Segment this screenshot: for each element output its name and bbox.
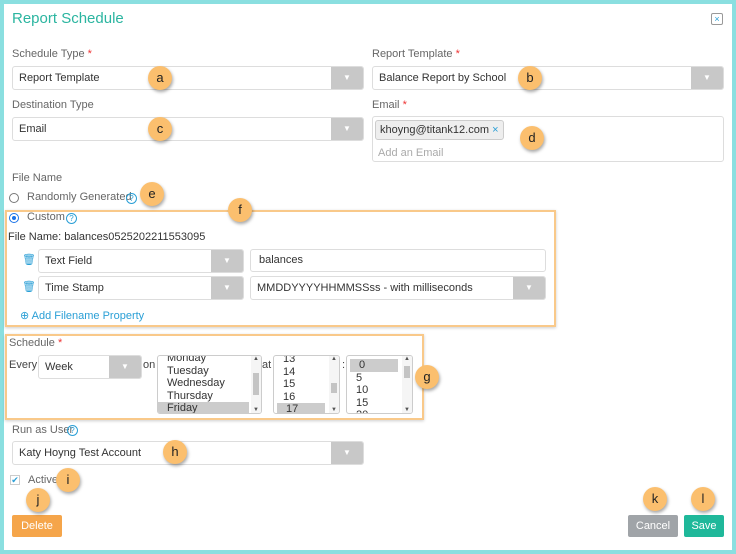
remove-chip-icon[interactable]: × (492, 124, 498, 136)
callout-badge: b (518, 66, 542, 90)
cancel-button[interactable]: Cancel (628, 515, 678, 537)
callout-badge: a (148, 66, 172, 90)
callout-badge: g (415, 365, 439, 389)
delete-button[interactable]: Delete (12, 515, 62, 537)
report-template-select[interactable]: Balance Report by School ▼ (372, 66, 724, 90)
timestamp-format-select[interactable]: MMDDYYYYHHMMSSss - with milliseconds ▼ (250, 276, 546, 300)
scrollbar[interactable]: ▲ ▼ (251, 356, 261, 413)
scrollbar[interactable]: ▲ ▼ (329, 356, 339, 413)
callout-badge: c (148, 117, 172, 141)
minute-listbox[interactable]: 0 5 10 15 20 ▲▼ (346, 355, 413, 414)
scrollbar[interactable]: ▲ ▼ (402, 356, 412, 413)
run-as-user-select[interactable]: Katy Hoyng Test Account ▼ (12, 441, 364, 465)
chevron-down-icon: ▼ (513, 277, 545, 299)
hour-listbox[interactable]: 13 14 15 16 17 ▲ ▼ (273, 355, 340, 414)
chevron-down-icon: ▼ (691, 67, 723, 89)
chevron-down-icon: ▼ (211, 250, 243, 272)
email-label: Email * (372, 99, 407, 111)
custom-label: Custom (27, 211, 65, 223)
random-radio[interactable] (9, 193, 19, 203)
list-option-selected[interactable]: 17 (277, 403, 325, 413)
file-name-preview: File Name: balances0525202211553095 (8, 231, 206, 243)
at-label: at (262, 359, 272, 371)
list-option-selected[interactable]: 0 (350, 359, 398, 372)
list-option[interactable]: Tuesday (158, 365, 261, 378)
random-label: Randomly Generated (27, 191, 132, 203)
plus-circle-icon: ⊕ (20, 310, 30, 322)
trash-icon[interactable]: 🗑 (22, 280, 36, 293)
email-chip: khoyng@titank12.com × (375, 120, 504, 140)
colon-label: : (342, 359, 346, 371)
report-schedule-dialog: Report Schedule × Schedule Type * Report… (4, 4, 732, 550)
trash-icon[interactable]: 🗑 (22, 253, 36, 266)
email-input-placeholder[interactable]: Add an Email (378, 147, 443, 159)
add-filename-property-button[interactable]: ⊕ Add Filename Property (20, 309, 144, 322)
property-value-input[interactable]: balances (250, 249, 546, 272)
chevron-down-icon: ▼ (331, 442, 363, 464)
callout-badge: h (163, 440, 187, 464)
destination-type-select[interactable]: Email ▼ (12, 117, 364, 141)
chevron-down-icon: ▼ (109, 356, 141, 378)
help-icon[interactable]: ? (67, 425, 78, 436)
property-type-select[interactable]: Text Field ▼ (38, 249, 244, 273)
schedule-label: Schedule * (9, 337, 63, 349)
list-option[interactable]: Monday (158, 356, 261, 365)
dialog-title: Report Schedule (12, 10, 124, 27)
every-select[interactable]: Week ▼ (38, 355, 142, 379)
run-as-user-label: Run as User (12, 424, 74, 436)
property-type-select[interactable]: Time Stamp ▼ (38, 276, 244, 300)
close-icon[interactable]: × (711, 13, 723, 25)
email-field[interactable]: khoyng@titank12.com × Add an Email (372, 116, 724, 162)
help-icon[interactable]: ? (66, 213, 77, 224)
callout-badge: j (26, 488, 50, 512)
list-option[interactable]: Wednesday (158, 377, 261, 390)
chevron-down-icon: ▼ (331, 67, 363, 89)
chevron-down-icon: ▼ (211, 277, 243, 299)
schedule-type-select[interactable]: Report Template ▼ (12, 66, 364, 90)
schedule-type-label: Schedule Type * (12, 48, 92, 60)
callout-badge: d (520, 126, 544, 150)
callout-badge: i (56, 468, 80, 492)
chevron-down-icon: ▼ (331, 118, 363, 140)
on-label: on (143, 359, 156, 371)
day-listbox[interactable]: Monday Tuesday Wednesday Thursday Friday… (157, 355, 262, 414)
callout-badge: l (691, 487, 715, 511)
active-checkbox[interactable]: ✔ (10, 475, 20, 485)
every-label: Every: (9, 359, 41, 371)
file-name-label: File Name (12, 172, 63, 184)
custom-radio[interactable] (9, 213, 19, 223)
callout-badge: e (140, 182, 164, 206)
help-icon[interactable]: ? (126, 193, 137, 204)
callout-badge: k (643, 487, 667, 511)
list-option-selected[interactable]: Friday (158, 402, 249, 413)
list-option[interactable]: Thursday (158, 390, 261, 403)
report-template-label: Report Template * (372, 48, 460, 60)
destination-type-label: Destination Type (12, 99, 94, 111)
save-button[interactable]: Save (684, 515, 724, 537)
active-label: Active (28, 474, 58, 486)
callout-badge: f (228, 198, 252, 222)
